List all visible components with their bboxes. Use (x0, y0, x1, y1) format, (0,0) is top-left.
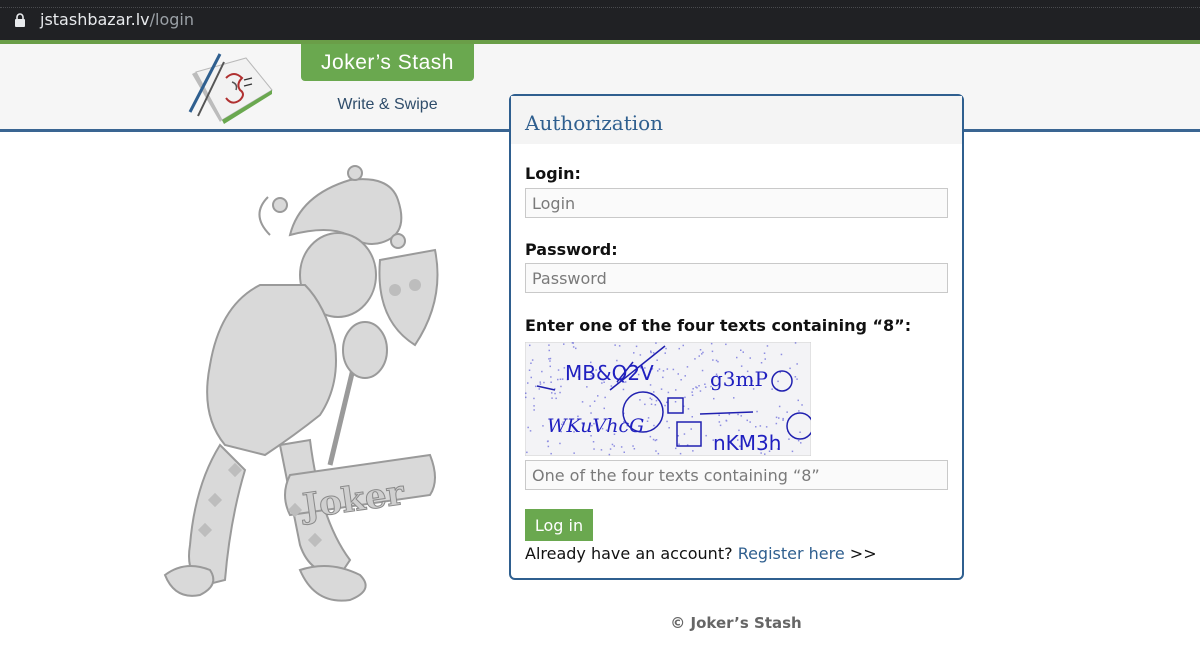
footer-copyright: © Joker’s Stash (670, 614, 802, 632)
login-label: Login: (525, 164, 581, 183)
site-logo[interactable] (186, 50, 276, 125)
register-link[interactable]: Register here (738, 544, 845, 563)
captcha-text-2: g3mP (710, 367, 768, 391)
authorization-header: Authorization (511, 96, 962, 144)
captcha-text-1: MB&Q2V (565, 361, 654, 385)
authorization-panel: Authorization Login: Password: Enter one… (509, 94, 964, 580)
url-field[interactable]: jstashbazar.lv/login (40, 10, 194, 30)
register-arrows: >> (849, 544, 877, 563)
browser-address-bar: jstashbazar.lv/login (0, 0, 1200, 40)
url-path: /login (149, 10, 194, 29)
site-tagline: Write & Swipe (337, 96, 438, 113)
captcha-label: Enter one of the four texts containing “… (525, 316, 912, 335)
register-prompt: Already have an account? (525, 544, 733, 563)
lock-icon (15, 13, 25, 27)
jester-illustration: Joker (163, 165, 439, 602)
login-button[interactable]: Log in (525, 509, 593, 541)
captcha-text-3: WKuVhcG (547, 415, 644, 437)
authorization-title: Authorization (525, 111, 664, 135)
captcha-image: MB&Q2V g3mP WKuVhcG nKM3h (525, 342, 811, 456)
register-line: Already have an account? Register here >… (525, 544, 877, 563)
captcha-text-4: nKM3h (713, 431, 781, 455)
url-host: jstashbazar.lv (40, 10, 150, 29)
captcha-input[interactable] (525, 460, 948, 490)
login-input[interactable] (525, 188, 948, 218)
password-input[interactable] (525, 263, 948, 293)
tab-strip (0, 0, 1200, 8)
brand-tab[interactable]: Joker’s Stash (301, 44, 474, 81)
password-label: Password: (525, 240, 618, 259)
